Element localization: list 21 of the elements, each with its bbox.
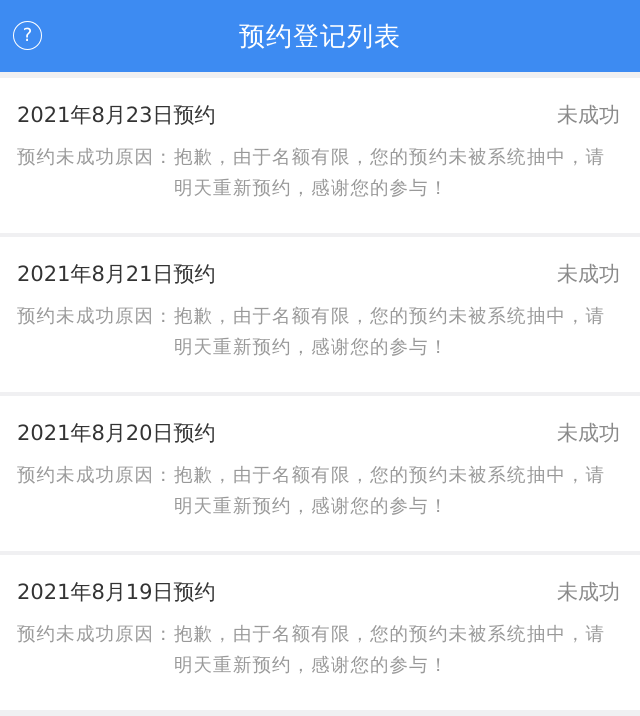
record-card[interactable]: 2021年8月23日预约 未成功 预约未成功原因：抱歉，由于名额有限，您的预约未被系统抽中，请明天重新预约，感谢您的参与！ (0, 78, 640, 233)
record-card[interactable]: 2021年8月21日预约 未成功 预约未成功原因：抱歉，由于名额有限，您的预约未被系统抽中，请明天重新预约，感谢您的参与！ (0, 237, 640, 392)
record-date: 2021年8月20日预约 (17, 420, 216, 447)
reason-text: 抱歉，由于名额有限，您的预约未被系统抽中，请明天重新预约，感谢您的参与！ (174, 305, 606, 360)
page-title: 预约登记列表 (239, 20, 401, 54)
record-status: 未成功 (557, 261, 620, 288)
record-card[interactable]: 2021年8月20日预约 未成功 预约未成功原因：抱歉，由于名额有限，您的预约未被系统抽中，请明天重新预约，感谢您的参与！ (0, 396, 640, 551)
record-status: 未成功 (557, 420, 620, 447)
record-date: 2021年8月21日预约 (17, 261, 216, 288)
reason-text: 抱歉，由于名额有限，您的预约未被系统抽中，请明天重新预约，感谢您的参与！ (174, 464, 606, 519)
reason-text: 抱歉，由于名额有限，您的预约未被系统抽中，请明天重新预约，感谢您的参与！ (174, 146, 606, 201)
record-card[interactable]: 2021年8月19日预约 未成功 预约未成功原因：抱歉，由于名额有限，您的预约未被系统抽中，请明天重新预约，感谢您的参与！ (0, 555, 640, 710)
record-date: 2021年8月19日预约 (17, 579, 216, 606)
reason-label: 预约未成功原因： (17, 146, 174, 170)
record-date: 2021年8月23日预约 (17, 102, 216, 129)
reason-label: 预约未成功原因： (17, 464, 174, 488)
record-status: 未成功 (557, 579, 620, 606)
reason-text: 抱歉，由于名额有限，您的预约未被系统抽中，请明天重新预约，感谢您的参与！ (174, 623, 606, 678)
record-status: 未成功 (557, 102, 620, 129)
reason-label: 预约未成功原因： (17, 623, 174, 647)
reason-label: 预约未成功原因： (17, 305, 174, 329)
